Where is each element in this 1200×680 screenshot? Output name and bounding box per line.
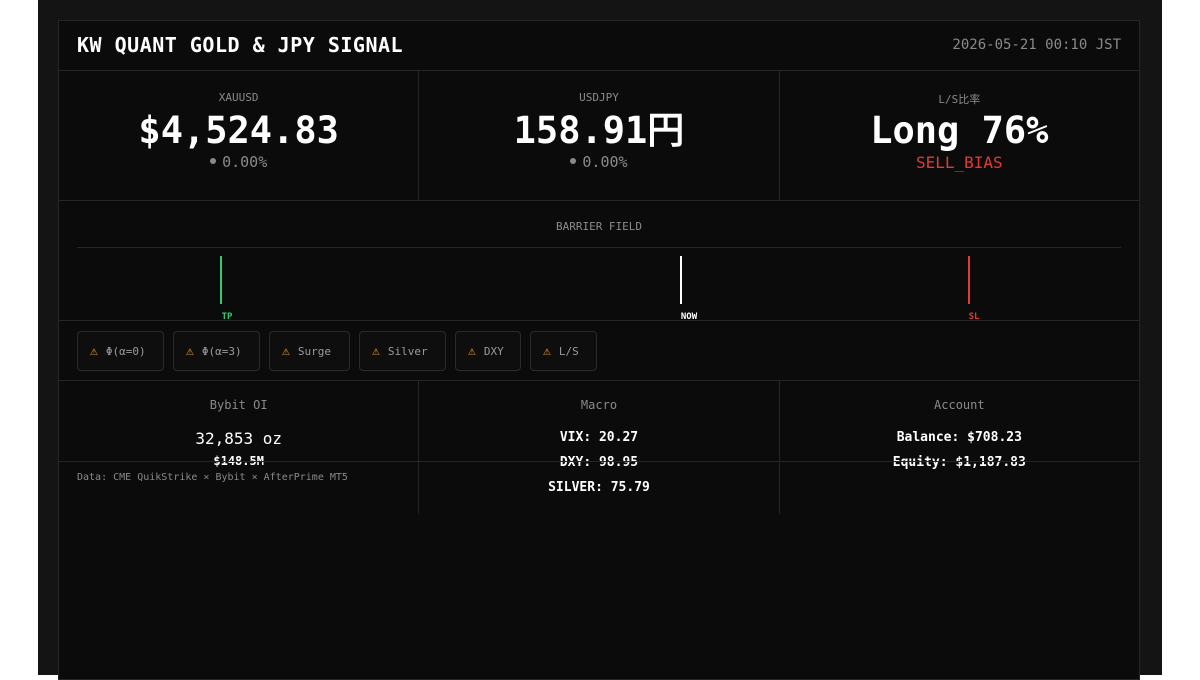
barrier-field: BARRIER FIELD TP NOW SL bbox=[59, 201, 1139, 322]
warning-ls-button[interactable]: ⚠ L/S bbox=[530, 331, 597, 371]
silver-value: SILVER: 75.79 bbox=[548, 480, 650, 495]
warning-icon: ⚠ bbox=[468, 343, 476, 359]
stats-row: Bybit OI 32,853 oz $148.5M Macro VIX: 20… bbox=[59, 381, 1139, 514]
macro-panel: Macro VIX: 20.27 DXY: 98.95 SILVER: 75.7… bbox=[418, 381, 778, 514]
bias-indicator: SELL_BIAS bbox=[915, 153, 1003, 172]
usdjpy-change-value: 0.00% bbox=[582, 153, 628, 171]
usdjpy-price: 158.91円 bbox=[513, 109, 685, 152]
warning-icon: ⚠ bbox=[282, 343, 290, 359]
warning-dxy-button[interactable]: ⚠ DXY bbox=[455, 331, 521, 371]
dxy-value: DXY: 98.95 bbox=[559, 455, 639, 470]
xauusd-card: XAUUSD $4,524.83 0.00% bbox=[59, 71, 418, 200]
ls-ratio-label: L/S比率 bbox=[938, 93, 981, 106]
xauusd-change-value: 0.00% bbox=[222, 153, 268, 171]
warning-label: DXY bbox=[483, 344, 504, 358]
vix-value: VIX: 20.27 bbox=[559, 430, 639, 445]
warning-label: Silver bbox=[387, 344, 428, 358]
barrier-field-title: BARRIER FIELD bbox=[555, 220, 643, 233]
warning-icon: ⚠ bbox=[90, 343, 98, 359]
warning-badges: ⚠ Φ(α=0) ⚠ Φ(α=3) ⚠ Surge ⚠ Silver ⚠ DXY ⚠ L/S bbox=[59, 321, 1139, 381]
warning-label: L/S bbox=[558, 344, 579, 358]
signal-dashboard: KW QUANT GOLD & JPY SIGNAL 2026-05-21 00… bbox=[58, 20, 1140, 680]
usdjpy-change: 0.00% bbox=[419, 153, 778, 171]
bybit-oi-panel: Bybit OI 32,853 oz $148.5M bbox=[59, 381, 418, 514]
account-label: Account bbox=[934, 398, 985, 412]
warning-icon: ⚠ bbox=[186, 343, 194, 359]
xauusd-price: $4,524.83 bbox=[138, 109, 339, 152]
ls-ratio-value: Long 76% bbox=[870, 109, 1049, 152]
footer-divider bbox=[59, 461, 1139, 462]
balance-value: Balance: $708.23 bbox=[896, 430, 1022, 445]
warning-silver-button[interactable]: ⚠ Silver bbox=[359, 331, 446, 371]
warning-phi-alpha-0-button[interactable]: ⚠ Φ(α=0) bbox=[77, 331, 164, 371]
timestamp: 2026-05-21 00:10 JST bbox=[952, 37, 1121, 53]
warning-label: Φ(α=3) bbox=[201, 344, 242, 358]
warning-icon: ⚠ bbox=[543, 343, 551, 359]
open-interest-value: 32,853 oz bbox=[195, 429, 283, 448]
data-source-footer: Data: CME QuikStrike × Bybit × AfterPrim… bbox=[77, 472, 348, 483]
dashboard-title: KW QUANT GOLD & JPY SIGNAL bbox=[77, 33, 404, 57]
now-marker bbox=[680, 256, 682, 304]
dashboard-header: KW QUANT GOLD & JPY SIGNAL 2026-05-21 00… bbox=[59, 21, 1139, 71]
price-cards: XAUUSD $4,524.83 0.00% USDJPY 158.91円 0.… bbox=[59, 71, 1139, 201]
ls-ratio-card: L/S比率 Long 76% SELL_BIAS bbox=[778, 71, 1139, 200]
macro-label: Macro bbox=[580, 398, 618, 412]
change-dot-icon bbox=[210, 157, 217, 164]
xauusd-label: XAUUSD bbox=[218, 91, 259, 104]
warning-surge-button[interactable]: ⚠ Surge bbox=[269, 331, 350, 371]
sl-marker bbox=[968, 256, 970, 304]
equity-value: Equity: $1,187.83 bbox=[892, 455, 1026, 470]
usdjpy-card: USDJPY 158.91円 0.00% bbox=[418, 71, 778, 200]
warning-icon: ⚠ bbox=[372, 343, 380, 359]
warning-phi-alpha-3-button[interactable]: ⚠ Φ(α=3) bbox=[173, 331, 260, 371]
barrier-track bbox=[77, 247, 1121, 248]
usdjpy-label: USDJPY bbox=[579, 91, 619, 104]
xauusd-change: 0.00% bbox=[59, 153, 418, 171]
tp-marker bbox=[220, 256, 222, 304]
bybit-oi-label: Bybit OI bbox=[209, 398, 268, 412]
warning-label: Φ(α=0) bbox=[105, 344, 146, 358]
change-dot-icon bbox=[570, 157, 577, 164]
account-panel: Account Balance: $708.23 Equity: $1,187.… bbox=[778, 381, 1139, 514]
warning-label: Surge bbox=[297, 344, 331, 358]
